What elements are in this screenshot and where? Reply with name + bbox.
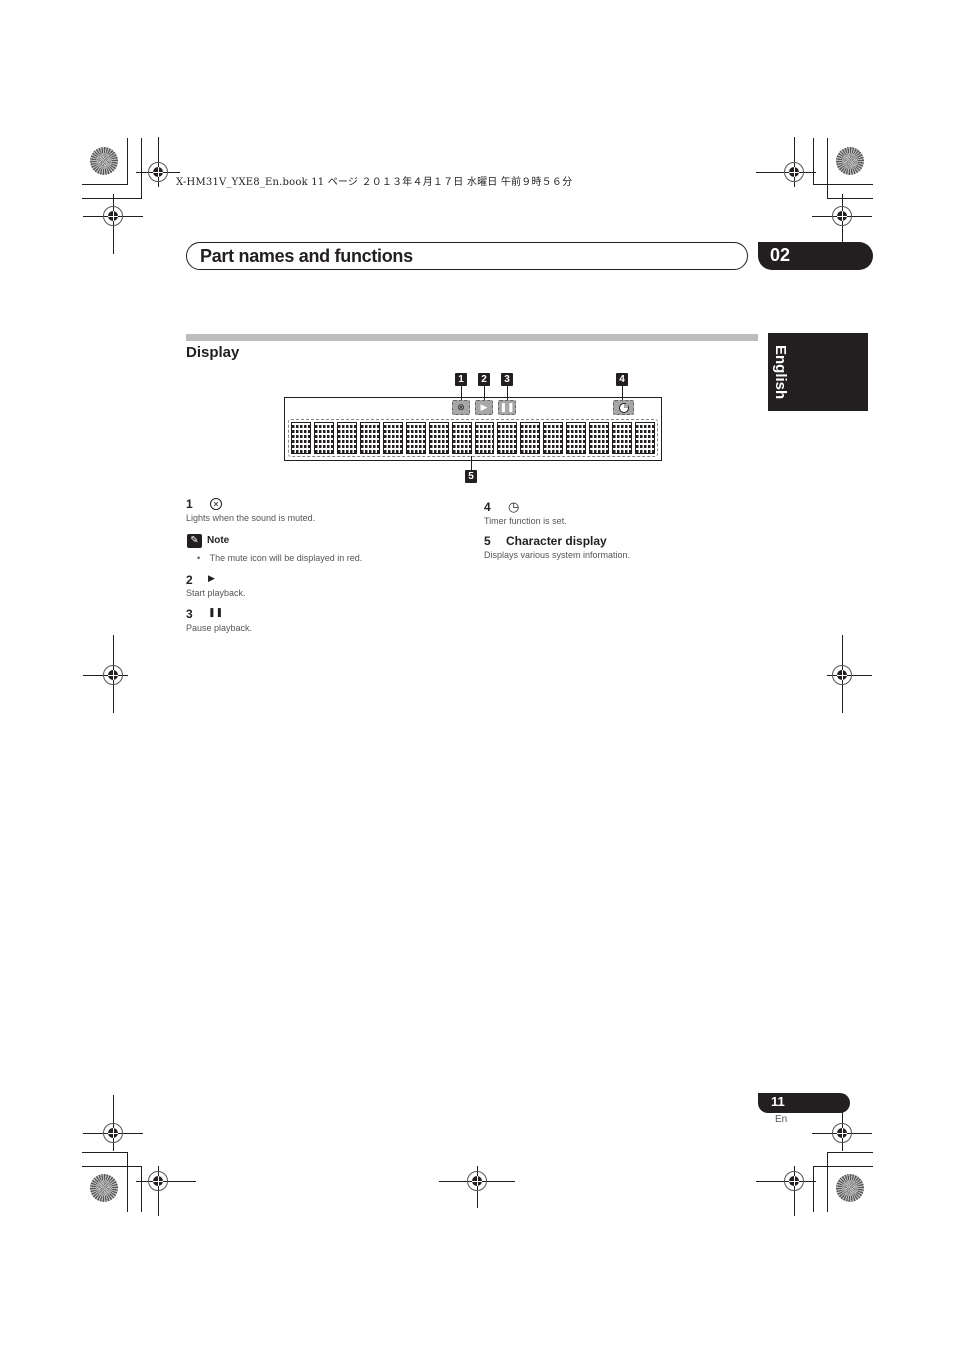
crop-line (827, 1152, 828, 1212)
mute-icon: ✕ (210, 498, 222, 510)
item-1-description: Lights when the sound is muted. (186, 513, 316, 523)
page-number: 11 (771, 1094, 785, 1109)
note-text: The mute icon will be displayed in red. (209, 553, 363, 563)
language-label: English (772, 345, 789, 400)
item-5-title: Character display (506, 534, 607, 548)
page-language-code: En (775, 1114, 788, 1125)
mute-icon: ⊗ (452, 400, 470, 415)
character-cell (474, 422, 495, 454)
color-target-icon (90, 1174, 118, 1202)
callout-5: 5 (465, 470, 477, 483)
crop-line (813, 138, 814, 185)
callout-3: 3 (501, 373, 513, 386)
pause-icon: ❚❚ (208, 608, 224, 618)
section-divider (186, 334, 758, 341)
character-cell (313, 422, 334, 454)
character-display (288, 419, 658, 457)
page-title: Part names and functions (200, 246, 413, 266)
crop-line (827, 1152, 873, 1153)
character-cell (336, 422, 357, 454)
character-cell (359, 422, 380, 454)
play-icon: ▶ (475, 400, 493, 415)
character-cell (635, 422, 655, 454)
callout-4: 4 (616, 373, 628, 386)
color-target-icon (836, 1174, 864, 1202)
character-cell (405, 422, 426, 454)
character-cell (543, 422, 564, 454)
chapter-badge: 02 (758, 242, 873, 270)
note-bullet: • The mute icon will be displayed in red… (197, 553, 362, 563)
item-5-number: 5 (484, 534, 491, 548)
page-number-badge: 11 (758, 1093, 850, 1113)
character-cell (612, 422, 633, 454)
crop-line (141, 138, 142, 198)
character-cell (291, 422, 311, 454)
callout-2: 2 (478, 373, 490, 386)
crop-line (813, 1166, 873, 1167)
timer-icon (613, 400, 634, 415)
pencil-icon: ✎ (187, 534, 202, 548)
crop-line (813, 184, 873, 185)
crop-line (827, 198, 873, 199)
character-cell (497, 422, 518, 454)
crop-line (827, 138, 828, 198)
section-title: Display (186, 344, 240, 361)
item-4-number: 4 (484, 500, 491, 514)
crop-line (82, 1166, 142, 1167)
language-tab: English (768, 333, 868, 411)
display-panel: ⊗ ▶ ❚❚ (284, 397, 662, 461)
chapter-number: 02 (770, 245, 791, 265)
crop-line (82, 198, 142, 199)
print-file-info: X-HM31V_YXE8_En.book 11 ページ ２０１３年４月１７日 水… (176, 177, 573, 188)
play-icon: ▶ (208, 574, 215, 584)
item-4-description: Timer function is set. (484, 516, 567, 526)
crop-line (82, 1152, 128, 1153)
item-5-description: Displays various system information. (484, 550, 631, 560)
note-label: Note (207, 535, 230, 546)
character-cell (520, 422, 541, 454)
item-2-number: 2 (186, 573, 193, 587)
character-cell (428, 422, 449, 454)
item-1-number: 1 (186, 497, 193, 511)
item-2-description: Start playback. (186, 588, 246, 598)
item-3-description: Pause playback. (186, 623, 253, 633)
color-target-icon (90, 147, 118, 175)
crop-line (82, 184, 128, 185)
crop-line (813, 1166, 814, 1212)
color-target-icon (836, 147, 864, 175)
character-cell (382, 422, 403, 454)
character-cell (566, 422, 587, 454)
bullet-icon: • (197, 553, 201, 563)
timer-icon: ◷ (508, 500, 520, 515)
character-cell (451, 422, 472, 454)
crop-line (127, 1152, 128, 1212)
callout-1: 1 (455, 373, 467, 386)
crop-line (141, 1166, 142, 1212)
page-title-bar: Part names and functions (186, 242, 748, 270)
character-cell (589, 422, 610, 454)
pause-icon: ❚❚ (498, 400, 516, 415)
item-3-number: 3 (186, 607, 193, 621)
crop-line (127, 138, 128, 185)
